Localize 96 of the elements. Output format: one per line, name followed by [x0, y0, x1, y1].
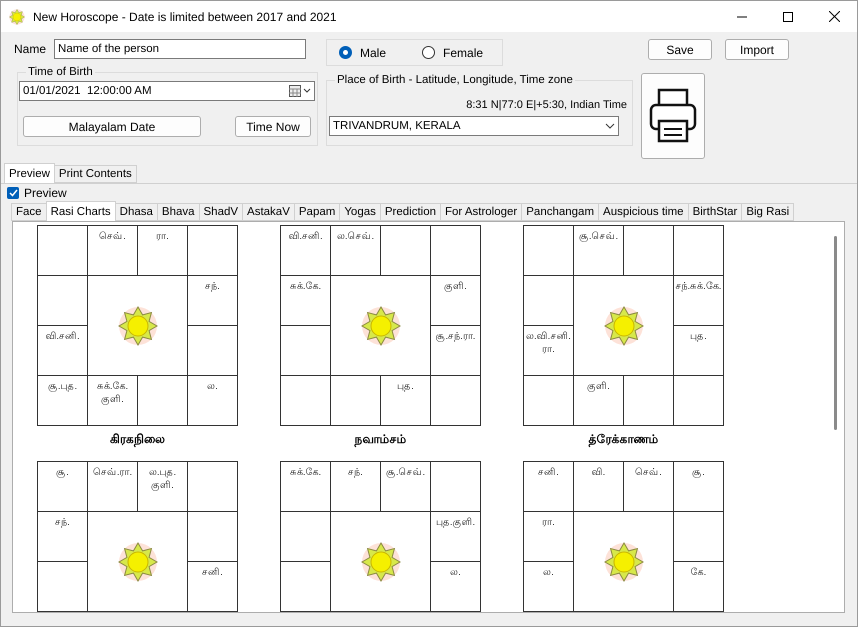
group-legend: Time of Birth: [26, 66, 95, 78]
close-icon: [828, 11, 840, 22]
chart-cell: [188, 462, 237, 511]
chart-cell: சந்.: [38, 512, 87, 561]
chart-cell: சனி.: [524, 462, 573, 511]
radio-button[interactable]: [422, 46, 436, 59]
chart-cell: சூ.: [38, 462, 87, 511]
chart-cell: ரா.: [138, 226, 187, 275]
maximize-icon: [783, 12, 793, 22]
group-legend: Place of Birth - Latitude, Longitude, Time zone: [335, 74, 575, 86]
app-icon: [9, 8, 25, 24]
chart-cell: [674, 226, 723, 275]
chart-cell: [38, 226, 87, 275]
sun-icon: [604, 306, 644, 346]
radio-label: Female: [443, 46, 484, 60]
chart-cell: சந்.: [331, 462, 380, 511]
sun-icon: [604, 542, 644, 582]
chart-cell: புத.: [674, 326, 723, 375]
checkbox[interactable]: [7, 186, 19, 198]
checkbox-label: Preview: [24, 186, 67, 200]
chart-cell: சூ.சந்.ரா.: [431, 326, 480, 375]
chart-cell: புத.: [381, 376, 430, 425]
chart-cell: [281, 376, 330, 425]
chart-cell: ல.: [188, 376, 237, 425]
chart-cell: கே.: [674, 562, 723, 611]
chart-cell: செவ்.: [88, 226, 137, 275]
action-button[interactable]: Import: [725, 39, 789, 60]
chart-cell: [524, 226, 573, 275]
chart-cell: வி.சனி.: [38, 326, 87, 375]
printer-icon: [649, 88, 697, 144]
coordinates-text: 8:31 N|77:0 E|+5:30, Indian Time: [466, 99, 627, 111]
chart-cell: குளி.: [574, 376, 623, 425]
tab[interactable]: Panchangam: [521, 203, 600, 221]
tab[interactable]: Big Rasi: [741, 203, 794, 221]
print-button[interactable]: [641, 73, 705, 159]
name-label: Name: [14, 42, 46, 56]
chart-cell: [431, 226, 480, 275]
chart-cell: வி.சனி.: [281, 226, 330, 275]
action-button[interactable]: Save: [648, 39, 712, 60]
chart-cell: சுக்.கே.: [281, 276, 330, 325]
chart-cell: ல.புத.குளி.: [138, 462, 187, 511]
chart-title: நவாம்சம்: [354, 432, 406, 447]
tab[interactable]: Bhava: [156, 203, 200, 221]
tab[interactable]: Face: [11, 203, 47, 221]
tab[interactable]: ShadV: [198, 203, 244, 221]
chart-cell: ல.: [524, 562, 573, 611]
date-time-picker[interactable]: 01/01/2021 12:00:00 AM: [19, 81, 315, 101]
chart-cell: சூ.செவ்.: [574, 226, 623, 275]
chart-cell: குளி.: [431, 276, 480, 325]
tab[interactable]: For Astrologer: [440, 203, 522, 221]
tab[interactable]: Yogas: [339, 203, 381, 221]
tab[interactable]: BirthStar: [688, 203, 742, 221]
name-field[interactable]: Name of the person: [54, 39, 306, 59]
date-button[interactable]: Malayalam Date: [23, 116, 201, 137]
chart-cell: [431, 462, 480, 511]
chart-cell: சூ.புத.: [38, 376, 87, 425]
chart-cell: ரா.: [524, 512, 573, 561]
chart-cell: ல.: [431, 562, 480, 611]
sun-icon: [118, 542, 158, 582]
chart-title: கிரகநிலை: [110, 432, 165, 447]
tab[interactable]: Papam: [294, 203, 340, 221]
sun-icon: [360, 542, 400, 582]
radio-label: Male: [360, 46, 386, 60]
chart-title: த்ரேக்காணம்: [588, 432, 658, 447]
chart-cell: சூ.செவ்.: [381, 462, 430, 511]
chart-cell: [524, 376, 573, 425]
chart-cell: ல.செவ்.: [331, 226, 380, 275]
chart-cell: சுக்.கே.குளி.: [88, 376, 137, 425]
chevron-down-icon: [605, 123, 615, 129]
tab[interactable]: Print Contents: [54, 165, 137, 183]
date-button[interactable]: Time Now: [235, 116, 311, 137]
sun-icon: [360, 306, 400, 346]
sun-icon: [118, 306, 158, 346]
tab[interactable]: Rasi Charts: [46, 201, 116, 221]
chart-cell: சுக்.கே.: [281, 462, 330, 511]
tab[interactable]: Dhasa: [114, 203, 158, 221]
chart-cell: வி.: [574, 462, 623, 511]
chart-cell: ல.வி.சனி.ரா.: [524, 326, 573, 375]
chart-cell: சூ.: [674, 462, 723, 511]
chart-cell: [431, 376, 480, 425]
chart-cell: புத.குளி.: [431, 512, 480, 561]
tab[interactable]: AstakaV: [242, 203, 295, 221]
tab[interactable]: Preview: [4, 163, 55, 183]
chart-cell: சந்.சுக்.கே.: [674, 276, 723, 325]
chart-cell: சந்.: [188, 276, 237, 325]
window-title: New Horoscope - Date is limited between 2017 and 2021: [33, 10, 338, 24]
chart-cell: செவ்.: [624, 462, 673, 511]
chart-cell: செவ்.ரா.: [88, 462, 137, 511]
chart-cell: [188, 226, 237, 275]
tab[interactable]: Prediction: [380, 203, 442, 221]
calendar-dropdown-icon: [289, 85, 311, 97]
chart-cell: [674, 376, 723, 425]
place-dropdown[interactable]: TRIVANDRUM, KERALA: [329, 116, 619, 136]
tab[interactable]: Auspicious time: [598, 203, 689, 221]
chart-cell: சனி.: [188, 562, 237, 611]
radio-button[interactable]: [339, 46, 352, 59]
